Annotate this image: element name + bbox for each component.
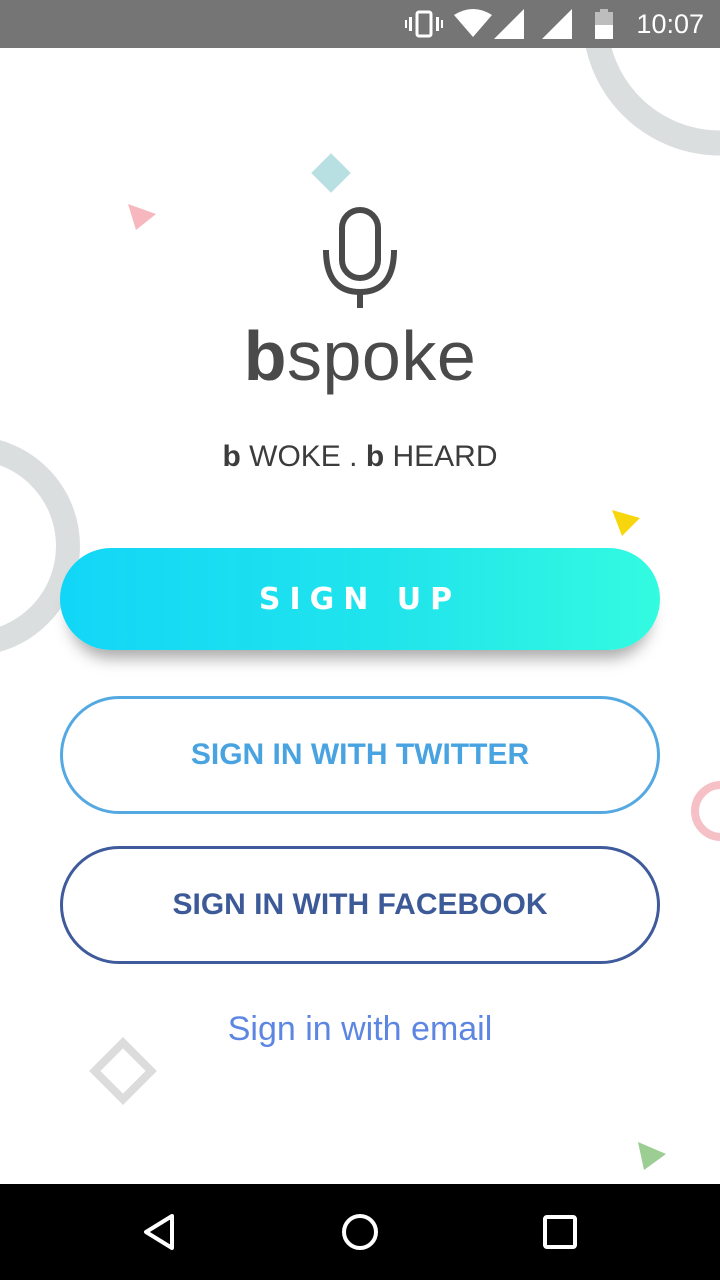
app-name: bspoke (0, 316, 720, 396)
decorative-triangle-green (638, 1142, 666, 1170)
tagline-b1: b (222, 440, 241, 473)
battery-icon (594, 0, 614, 48)
sign-in-twitter-button[interactable]: SIGN IN WITH TWITTER (60, 696, 660, 814)
navigation-bar (0, 1184, 720, 1280)
home-icon[interactable] (312, 1184, 408, 1280)
decorative-triangle-yellow (612, 510, 640, 536)
app-name-rest: spoke (286, 317, 477, 395)
signal-icon (494, 0, 524, 48)
sign-up-button[interactable]: SIGN UP (60, 548, 660, 650)
decorative-diamond-teal (311, 153, 351, 193)
status-time: 10:07 (636, 9, 704, 39)
status-bar: 10:07 (0, 0, 720, 48)
decorative-triangle-pink (128, 204, 156, 230)
app-name-bold: b (243, 317, 287, 395)
tagline: b WOKE . b HEARD (0, 440, 720, 474)
back-icon[interactable] (112, 1184, 208, 1280)
microphone-icon (323, 207, 397, 308)
decorative-ring-top-right (585, 48, 720, 156)
sign-in-email-link[interactable]: Sign in with email (0, 1010, 720, 1049)
sign-in-facebook-button[interactable]: SIGN IN WITH FACEBOOK (60, 846, 660, 964)
signal-icon (542, 0, 572, 48)
recents-icon[interactable] (512, 1184, 608, 1280)
tagline-heard: HEARD (384, 440, 498, 473)
vibrate-icon (405, 0, 443, 48)
decorative-ring-pink (691, 781, 720, 841)
tagline-woke: WOKE . (240, 440, 366, 473)
wifi-icon (454, 0, 492, 48)
tagline-b2: b (365, 440, 385, 473)
